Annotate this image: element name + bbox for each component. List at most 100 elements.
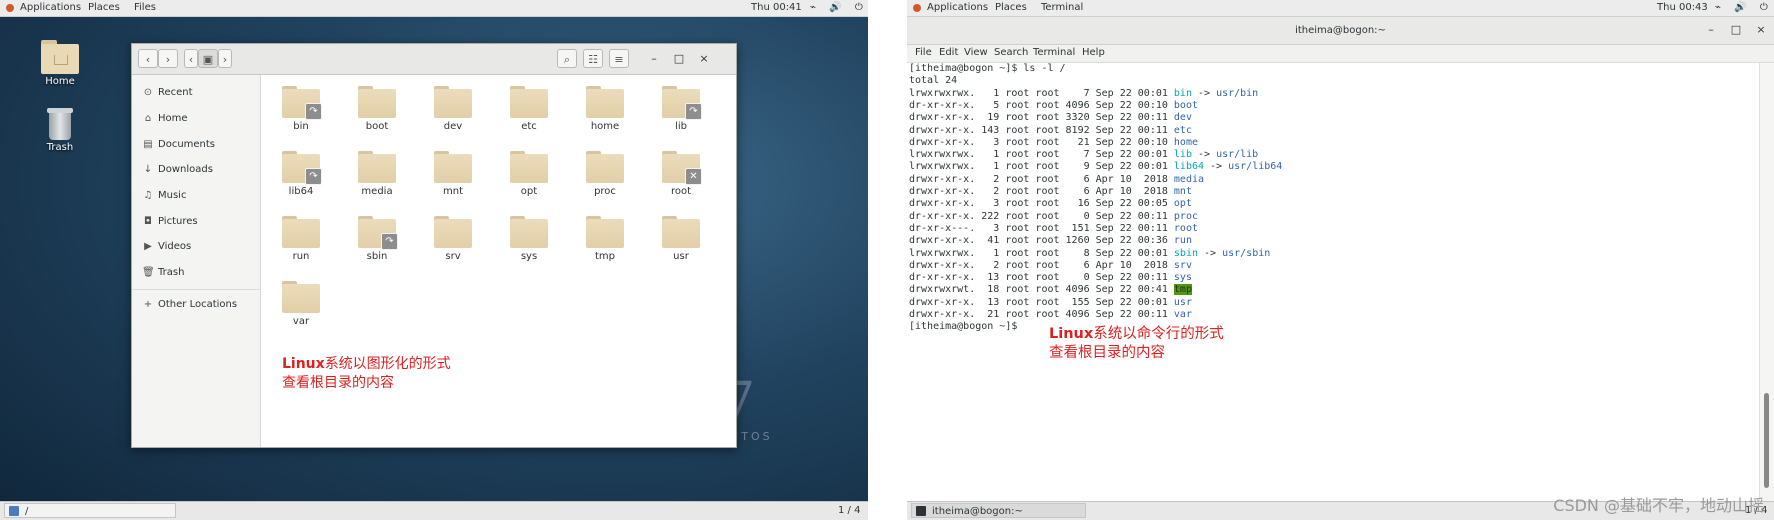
listing-meta: drwxr-xr-x. 13 root root 155 Sep 22 00:0… xyxy=(909,296,1174,308)
folder-name: root xyxy=(670,186,692,197)
applications-logo-icon xyxy=(6,4,14,12)
folder-name: home xyxy=(590,121,620,132)
clock[interactable]: Thu 00:43 xyxy=(1657,2,1708,13)
folder-item[interactable]: var xyxy=(273,277,329,335)
desktop-trash-label: Trash xyxy=(46,142,74,153)
back-button[interactable]: ‹ xyxy=(138,49,158,68)
listing-meta: drwxr-xr-x. 19 root root 3320 Sep 22 00:… xyxy=(909,112,1174,124)
task-label: itheima@bogon:~ xyxy=(932,506,1023,517)
sidebar-item-other-locations[interactable]: + Other Locations xyxy=(142,297,237,313)
workspace-pager[interactable]: 1 / 4 xyxy=(838,505,860,516)
close-button[interactable]: × xyxy=(695,50,713,68)
sidebar-item-home[interactable]: ⌂ Home xyxy=(142,111,188,127)
path-scroll-left-button[interactable]: ‹ xyxy=(184,49,198,68)
sidebar-item-trash[interactable]: 🗑 Trash xyxy=(142,265,184,281)
menu-file[interactable]: File xyxy=(915,47,932,58)
menu-view[interactable]: View xyxy=(964,47,988,58)
maximize-button[interactable]: □ xyxy=(670,50,688,68)
folder-item[interactable]: media xyxy=(349,147,405,205)
folder-name: sys xyxy=(520,251,538,262)
symlink-emblem-icon: ↷ xyxy=(381,233,398,250)
sidebar-item-documents[interactable]: ▤ Documents xyxy=(142,137,215,153)
listing-name: home xyxy=(1173,136,1198,148)
sidebar-item-videos[interactable]: ▶ Videos xyxy=(142,239,191,255)
folder-icon xyxy=(282,281,320,313)
folder-item[interactable]: srv xyxy=(425,212,481,270)
clock[interactable]: Thu 00:41 xyxy=(751,2,802,13)
listing-line: dr-xr-xr-x. 13 root root 0 Sep 22 00:11 … xyxy=(909,272,1192,284)
folder-item[interactable]: ↷ bin xyxy=(273,82,329,140)
sidebar-item-music[interactable]: ♫ Music xyxy=(142,188,187,204)
minimize-button[interactable]: – xyxy=(1702,21,1720,39)
minimize-button[interactable]: – xyxy=(645,50,663,68)
folder-item[interactable]: proc xyxy=(577,147,633,205)
terminal-scrollbar[interactable] xyxy=(1759,63,1774,501)
sidebar-item-label: Other Locations xyxy=(158,299,238,310)
clock-icon: ⊙ xyxy=(143,87,153,98)
annotation-latin: Linux xyxy=(1049,326,1094,342)
places-menu[interactable]: Places xyxy=(88,2,120,13)
listing-name: opt xyxy=(1173,198,1192,210)
applications-menu[interactable]: Applications xyxy=(20,2,81,13)
folder-name: run xyxy=(292,251,310,262)
folder-name: media xyxy=(361,186,393,197)
folder-item[interactable]: home xyxy=(577,82,633,140)
listing-meta: drwxr-xr-x. 3 root root 16 Sep 22 00:05 xyxy=(909,198,1174,210)
folder-item[interactable]: opt xyxy=(501,147,557,205)
menu-terminal[interactable]: Terminal xyxy=(1033,47,1075,58)
system-status-icons[interactable]: ⌁ 🔊 ⏻ xyxy=(810,2,868,13)
folder-item[interactable]: ↷ lib xyxy=(653,82,709,140)
listing-line: drwxr-xr-x. 3 root root 16 Sep 22 00:05 … xyxy=(909,198,1192,210)
listing-name: run xyxy=(1173,235,1192,247)
sidebar-item-downloads[interactable]: ↓ Downloads xyxy=(142,162,213,178)
task-button-terminal[interactable]: itheima@bogon:~ xyxy=(911,503,1086,518)
folder-item[interactable]: boot xyxy=(349,82,405,140)
folder-icon xyxy=(434,86,472,118)
path-root-drive-button[interactable]: ▣ xyxy=(198,49,218,68)
desktop-home-icon[interactable]: Home xyxy=(30,40,90,87)
folder-item[interactable]: ↷ sbin xyxy=(349,212,405,270)
task-button-files[interactable]: / xyxy=(4,503,176,518)
listing-meta: drwxrwxrwt. 18 root root 4096 Sep 22 00:… xyxy=(909,284,1174,296)
path-scroll-right-button[interactable]: › xyxy=(218,49,232,68)
folder-item[interactable]: run xyxy=(273,212,329,270)
maximize-button[interactable]: □ xyxy=(1727,21,1745,39)
sidebar-item-label: Trash xyxy=(158,267,185,278)
applications-menu[interactable]: Applications xyxy=(927,2,988,13)
hamburger-menu-button[interactable]: ≡ xyxy=(609,49,629,68)
system-status-icons[interactable]: ⌁ 🔊 ⏻ xyxy=(1715,2,1773,13)
listing-line: lrwxrwxrwx. 1 root root 7 Sep 22 00:01 l… xyxy=(909,149,1259,161)
menu-help[interactable]: Help xyxy=(1082,47,1105,58)
app-menu-files[interactable]: Files xyxy=(134,2,156,13)
sidebar-item-label: Videos xyxy=(158,241,192,252)
folder-item[interactable]: dev xyxy=(425,82,481,140)
listing-meta: dr-xr-xr-x. 222 root root 0 Sep 22 00:11 xyxy=(909,210,1174,222)
listing-line: dr-xr-x---. 3 root root 151 Sep 22 00:11… xyxy=(909,223,1198,235)
folder-item[interactable]: mnt xyxy=(425,147,481,205)
listing-name: boot xyxy=(1173,99,1198,111)
folder-item[interactable]: etc xyxy=(501,82,557,140)
file-manager-window: ‹ › ‹ ▣ › ⌕ ☷ ≡ – □ × ⊙ Recent ⌂ Home ▤ Doc… xyxy=(131,43,737,448)
search-button[interactable]: ⌕ xyxy=(557,49,577,68)
menu-search[interactable]: Search xyxy=(994,47,1028,58)
folder-item[interactable]: ✕ root xyxy=(653,147,709,205)
sidebar-item-pictures[interactable]: ◘ Pictures xyxy=(142,214,198,230)
folder-item[interactable]: tmp xyxy=(577,212,633,270)
folder-item[interactable]: ↷ lib64 xyxy=(273,147,329,205)
menu-edit[interactable]: Edit xyxy=(939,47,958,58)
scrollbar-thumb[interactable] xyxy=(1764,393,1769,488)
places-menu[interactable]: Places xyxy=(995,2,1027,13)
sidebar-item-recent[interactable]: ⊙ Recent xyxy=(142,85,193,101)
folder-item[interactable]: sys xyxy=(501,212,557,270)
app-menu-terminal[interactable]: Terminal xyxy=(1041,2,1083,13)
desktop-trash-icon[interactable]: Trash xyxy=(30,108,90,153)
view-options-button[interactable]: ☷ xyxy=(583,49,603,68)
folder-icon xyxy=(662,216,700,248)
left-desktop-screen: Applications Places Files Thu 00:41 ⌁ 🔊 … xyxy=(0,0,868,520)
home-folder-icon xyxy=(41,40,79,74)
listing-line: drwxr-xr-x. 13 root root 155 Sep 22 00:0… xyxy=(909,297,1192,309)
close-button[interactable]: × xyxy=(1752,21,1770,39)
forward-button[interactable]: › xyxy=(158,49,178,68)
folder-item[interactable]: usr xyxy=(653,212,709,270)
terminal-output[interactable]: [itheima@bogon ~]$ ls -l / total 24 lrwx… xyxy=(907,63,1760,501)
